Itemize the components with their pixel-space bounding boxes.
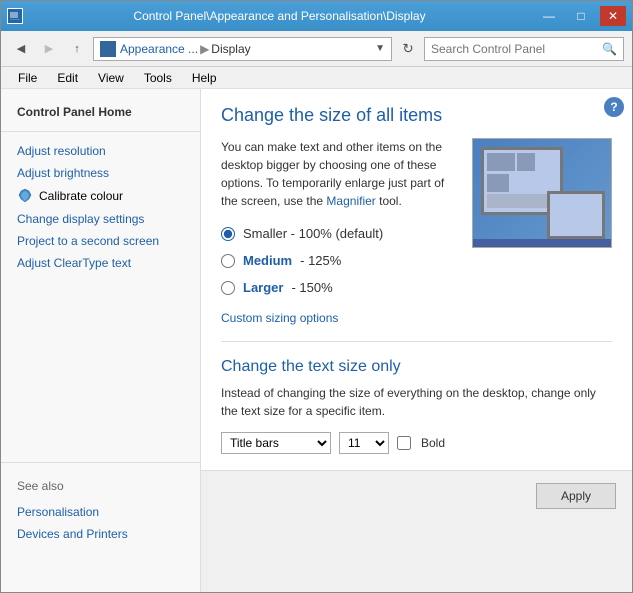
nav-bar: ◀ ▶ ↑ Appearance ... ▶ Display ▼ ↻ 🔍 xyxy=(1,31,632,67)
sidebar-devices-printers[interactable]: Devices and Printers xyxy=(1,523,200,545)
sidebar-divider-2 xyxy=(1,462,200,463)
address-dropdown-icon[interactable]: ▼ xyxy=(375,43,385,54)
menu-bar: File Edit View Tools Help xyxy=(1,67,632,89)
content-title: Change the size of all items xyxy=(221,105,612,126)
radio-medium-label: Medium xyxy=(243,253,292,268)
sidebar-control-panel-home[interactable]: Control Panel Home xyxy=(1,101,200,123)
close-button[interactable]: ✕ xyxy=(600,6,626,26)
shield-icon xyxy=(17,188,33,204)
address-icon xyxy=(100,41,116,57)
sidebar-personalisation[interactable]: Personalisation xyxy=(1,501,200,523)
maximize-button[interactable]: □ xyxy=(568,6,594,26)
sidebar-adjust-cleartype[interactable]: Adjust ClearType text xyxy=(1,252,200,274)
sidebar-adjust-resolution[interactable]: Adjust resolution xyxy=(1,140,200,162)
content-wrapper: ? Change the size of all items xyxy=(201,89,632,592)
content-area: ? Change the size of all items xyxy=(201,89,632,470)
radio-medium[interactable]: Medium - 125% xyxy=(221,253,456,268)
help-icon[interactable]: ? xyxy=(604,97,624,117)
sidebar-divider-1 xyxy=(1,131,200,132)
sidebar-change-display-settings[interactable]: Change display settings xyxy=(1,208,200,230)
bottom-bar: Apply xyxy=(201,470,632,520)
preview-taskbar xyxy=(473,239,611,247)
main-content: Control Panel Home Adjust resolution Adj… xyxy=(1,89,632,592)
sidebar-calibrate-label: Calibrate colour xyxy=(39,189,123,203)
sidebar-adjust-brightness[interactable]: Adjust brightness xyxy=(1,162,200,184)
radio-medium-input[interactable] xyxy=(221,254,235,268)
radio-smaller[interactable]: Smaller - 100% (default) xyxy=(221,226,456,241)
up-button[interactable]: ↑ xyxy=(65,37,89,61)
description-section: You can make text and other items on the… xyxy=(221,138,612,325)
text-size-title: Change the text size only xyxy=(221,358,612,376)
search-box: 🔍 xyxy=(424,37,624,61)
see-also-label: See also xyxy=(1,471,200,501)
preview-inner xyxy=(472,138,612,248)
radio-larger-label: Larger xyxy=(243,280,283,295)
back-button[interactable]: ◀ xyxy=(9,37,33,61)
address-part1[interactable]: Appearance ... xyxy=(120,42,198,56)
address-separator: ▶ xyxy=(200,42,209,56)
address-bar: Appearance ... ▶ Display ▼ xyxy=(93,37,392,61)
apply-button[interactable]: Apply xyxy=(536,483,616,509)
radio-larger-input[interactable] xyxy=(221,281,235,295)
radio-smaller-label: Smaller - 100% (default) xyxy=(243,226,383,241)
text-size-desc: Instead of changing the size of everythi… xyxy=(221,384,612,420)
preview-screen-small xyxy=(550,194,602,236)
preview-monitor-small xyxy=(547,191,605,239)
minimize-button[interactable]: — xyxy=(536,6,562,26)
radio-larger-suffix: - 150% xyxy=(291,280,332,295)
window-title: Control Panel\Appearance and Personalisa… xyxy=(29,9,530,23)
radio-medium-suffix: - 125% xyxy=(300,253,341,268)
font-size-select[interactable]: 8 9 10 11 12 14 16 18 xyxy=(339,432,389,454)
bold-checkbox[interactable] xyxy=(397,436,411,450)
menu-file[interactable]: File xyxy=(9,68,46,88)
search-icon: 🔍 xyxy=(602,42,617,56)
search-input[interactable] xyxy=(431,42,598,56)
custom-sizing-link[interactable]: Custom sizing options xyxy=(221,311,338,325)
title-bar: Control Panel\Appearance and Personalisa… xyxy=(1,1,632,31)
sidebar: Control Panel Home Adjust resolution Adj… xyxy=(1,89,201,592)
forward-button[interactable]: ▶ xyxy=(37,37,61,61)
refresh-button[interactable]: ↻ xyxy=(396,37,420,61)
address-parts: Appearance ... ▶ Display xyxy=(120,42,251,56)
menu-edit[interactable]: Edit xyxy=(48,68,87,88)
main-window: Control Panel\Appearance and Personalisa… xyxy=(0,0,633,593)
sidebar-project-second-screen[interactable]: Project to a second screen xyxy=(1,230,200,252)
address-part2: Display xyxy=(211,42,250,56)
sidebar-calibrate-colour[interactable]: Calibrate colour xyxy=(1,184,200,208)
menu-help[interactable]: Help xyxy=(183,68,226,88)
app-icon xyxy=(7,8,23,24)
controls-row: Title bars Menus Message boxes Palette t… xyxy=(221,432,612,454)
menu-view[interactable]: View xyxy=(89,68,133,88)
bold-label: Bold xyxy=(421,436,445,450)
section-divider xyxy=(221,341,612,342)
item-type-select[interactable]: Title bars Menus Message boxes Palette t… xyxy=(221,432,331,454)
radio-smaller-input[interactable] xyxy=(221,227,235,241)
menu-tools[interactable]: Tools xyxy=(135,68,181,88)
display-preview xyxy=(472,138,612,248)
radio-larger[interactable]: Larger - 150% xyxy=(221,280,612,295)
magnifier-link[interactable]: Magnifier xyxy=(326,194,375,208)
